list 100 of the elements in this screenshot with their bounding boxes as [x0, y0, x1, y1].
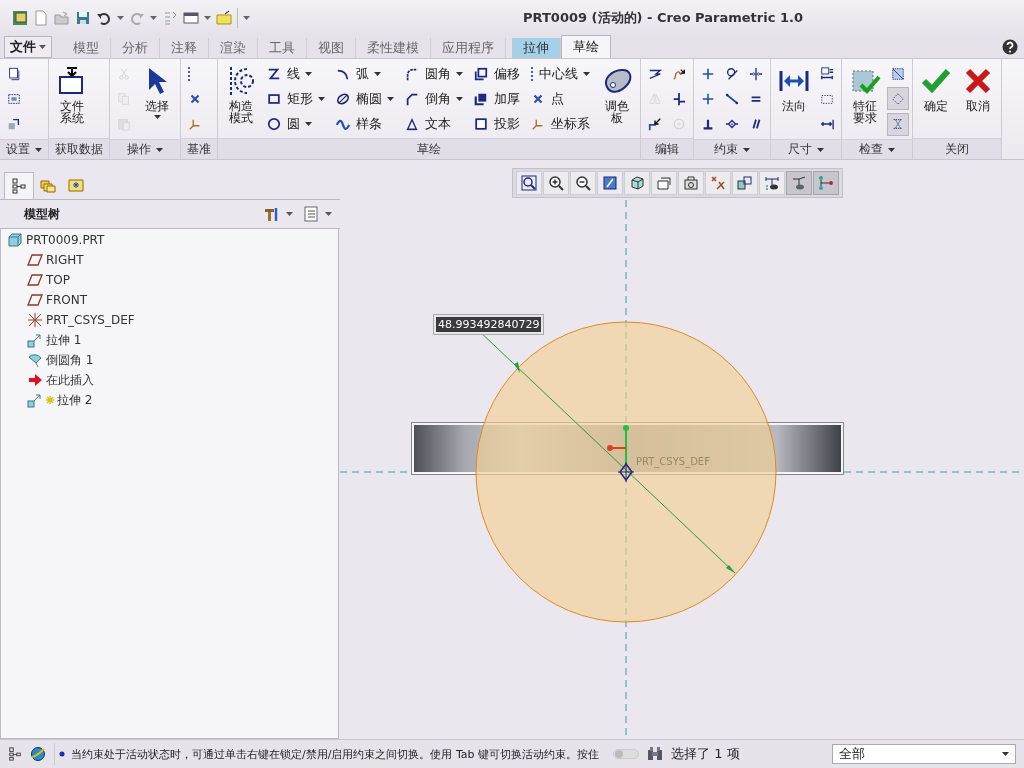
tree-item[interactable]: 倒圆角 1	[1, 350, 338, 370]
caret-icon	[117, 16, 124, 20]
tree-item[interactable]: RIGHT	[1, 250, 338, 270]
caret-icon	[1002, 752, 1009, 756]
caret-icon	[888, 147, 895, 152]
tool-button[interactable]: 线	[263, 62, 330, 85]
settings-menu-button[interactable]	[264, 206, 293, 222]
tree-item[interactable]: 在此插入	[1, 370, 338, 390]
tree-item[interactable]: 拉伸 2	[1, 390, 338, 410]
square-icon	[473, 115, 489, 132]
dashed-line-icon	[187, 65, 191, 82]
arrow-icon	[27, 372, 43, 388]
tree-item[interactable]: PRT_CSYS_DEF	[1, 310, 338, 330]
group-label: 关闭	[913, 138, 1001, 159]
ribbon-tab[interactable]: 拉伸	[512, 38, 561, 58]
app-icon	[12, 10, 28, 26]
help-icon	[1002, 39, 1018, 55]
group-label: 获取数据	[49, 138, 109, 159]
tool-button[interactable]: 倒角	[401, 87, 468, 110]
tool-button[interactable]: 构造模式	[221, 61, 261, 136]
tree-icon	[8, 747, 22, 761]
tool-button[interactable]: 取消	[958, 61, 998, 136]
plus-icon	[700, 91, 716, 107]
redo-icon	[129, 10, 145, 26]
tool-button[interactable]: 文件系统	[52, 61, 92, 136]
caret-icon	[456, 71, 463, 76]
caret-icon	[150, 16, 157, 20]
group-menu-button[interactable]: 尺寸	[771, 139, 841, 159]
tool-button[interactable]: 投影	[470, 112, 525, 135]
frame-icon	[6, 91, 22, 107]
tree-toggle-button[interactable]	[8, 747, 22, 761]
show-menu-button[interactable]	[303, 206, 332, 222]
tool-button[interactable]: 选择	[137, 61, 177, 137]
tool-button[interactable]: 圆角	[401, 62, 468, 85]
view-button[interactable]	[597, 171, 623, 195]
tools-icon	[264, 206, 280, 222]
window-icon	[183, 10, 199, 26]
round-icon	[27, 352, 43, 368]
tree-item[interactable]: TOP	[1, 270, 338, 290]
views-icon	[656, 175, 672, 191]
circle-icon	[266, 115, 282, 132]
tool-button[interactable]: 点	[527, 87, 595, 110]
ribbon-tab[interactable]: 草绘	[561, 35, 611, 58]
filter-dropdown[interactable]: 全部	[832, 744, 1016, 764]
tool-button[interactable]: 加厚	[470, 87, 525, 110]
group-label: 草绘	[218, 138, 640, 159]
tool-button[interactable]: 坐标系	[527, 112, 595, 135]
quick-access-button[interactable]	[183, 10, 199, 26]
tool-button[interactable]: 弧	[332, 62, 399, 85]
tool-button[interactable]: 矩形	[263, 87, 330, 110]
caret-icon	[743, 147, 750, 152]
slope-line-icon	[724, 91, 740, 107]
dimension-value-field[interactable]: 48.993492840729	[434, 315, 544, 334]
tree-item[interactable]: FRONT	[1, 290, 338, 310]
graphics-toggle-button[interactable]	[30, 746, 46, 762]
origin-icon	[617, 461, 635, 483]
panel-tab[interactable]	[4, 172, 34, 199]
view-button[interactable]	[759, 171, 785, 195]
view-button[interactable]	[732, 171, 758, 195]
tree-icon	[11, 178, 27, 194]
group-menu-button[interactable]: 约束	[694, 139, 770, 159]
tool-button[interactable]: 特征要求	[845, 61, 885, 137]
tree-item[interactable]: 拉伸 1	[1, 330, 338, 350]
view-button[interactable]	[570, 171, 596, 195]
group-menu-button[interactable]: 设置	[0, 139, 48, 159]
zoom-out-icon	[575, 175, 591, 191]
binoculars-icon	[647, 746, 664, 762]
file-menu[interactable]: 文件	[4, 36, 52, 58]
tool-button[interactable]: 法向	[774, 61, 814, 137]
tool-button[interactable]: 样条	[332, 112, 399, 135]
pages-icon	[6, 65, 22, 82]
group-menu-button[interactable]: 操作	[110, 139, 180, 159]
group-menu-button[interactable]: 检查	[842, 139, 912, 159]
tool-button[interactable]: 偏移	[470, 62, 525, 85]
plane-icon	[27, 272, 43, 288]
bullet-icon	[59, 751, 65, 757]
tool-button[interactable]: 圆	[263, 112, 330, 135]
star-icon	[46, 396, 54, 404]
caret-icon	[153, 115, 161, 119]
tool-button[interactable]: 文本	[401, 112, 468, 135]
tool-button[interactable]: 调色板	[597, 61, 637, 136]
repaint-icon	[602, 175, 618, 191]
tool-button[interactable]: 椭圆	[332, 87, 399, 110]
view-button[interactable]	[678, 171, 704, 195]
dimension-icon	[819, 65, 835, 82]
view-button[interactable]	[543, 171, 569, 195]
view-button[interactable]	[624, 171, 650, 195]
nodes-icon	[818, 175, 834, 191]
tree-item[interactable]: PRT0009.PRT	[1, 230, 338, 250]
tool-button[interactable]: 中心线	[527, 62, 595, 85]
view-button[interactable]	[516, 171, 542, 195]
group-label: 基准	[181, 138, 217, 159]
tool-button[interactable]: 确定	[916, 61, 956, 136]
find-button[interactable]	[647, 746, 664, 762]
window-title: PRT0009 (活动的) - Creo Parametric 1.0	[522, 9, 804, 27]
panel-title: 模型树	[24, 205, 60, 223]
quick-access-button[interactable]	[96, 10, 112, 26]
folder-icon	[216, 10, 232, 26]
save-icon	[75, 10, 91, 26]
open-icon	[54, 10, 70, 26]
